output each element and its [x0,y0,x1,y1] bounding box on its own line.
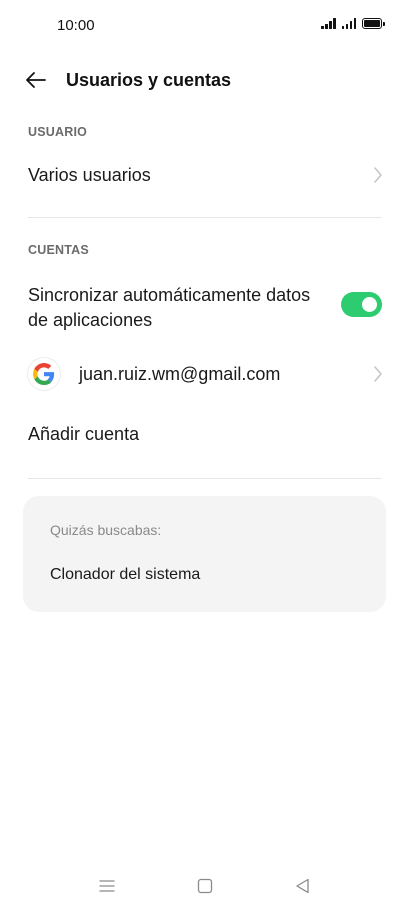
header: Usuarios y cuentas [0,58,409,102]
arrow-left-icon [26,72,46,88]
toggle-knob [362,297,377,312]
page-title: Usuarios y cuentas [66,70,232,90]
divider [28,217,382,218]
chevron-right-icon [374,167,382,183]
status-bar: 10:00 [0,0,409,50]
status-icons [321,18,385,29]
navigation-bar [0,866,409,906]
add-account-row[interactable]: Añadir cuenta [0,413,409,455]
home-icon [197,878,213,894]
back-nav-button[interactable] [293,876,313,896]
suggestion-heading: Quizás buscabas: [50,522,162,538]
section-label-user: USUARIO [28,125,88,139]
account-email: juan.ruiz.wm@gmail.com [79,364,281,384]
suggestion-card: Quizás buscabas: Clonador del sistema [23,496,386,612]
signal-icon [321,18,336,29]
divider [28,478,382,479]
multiple-users-label: Varios usuarios [28,165,151,185]
sync-label: Sincronizar automáticamente datos de apl… [28,285,311,330]
menu-button[interactable] [97,876,117,896]
screen: 10:00 Usuarios y cuentas USUARIO Varios … [0,0,409,910]
section-label-accounts: CUENTAS [28,243,89,257]
status-time: 10:00 [57,17,95,34]
back-button[interactable] [24,68,48,92]
battery-icon [362,18,385,29]
google-icon [28,358,60,390]
chevron-right-icon [374,366,382,382]
back-triangle-icon [296,878,309,894]
suggestion-item[interactable]: Clonador del sistema [50,566,200,584]
google-account-row[interactable]: juan.ruiz.wm@gmail.com [0,352,409,396]
sync-toggle[interactable] [341,292,382,317]
menu-icon [99,880,115,892]
home-button[interactable] [195,876,215,896]
signal-icon [341,18,356,29]
add-account-label: Añadir cuenta [28,424,140,444]
multiple-users-row[interactable]: Varios usuarios [0,155,409,197]
